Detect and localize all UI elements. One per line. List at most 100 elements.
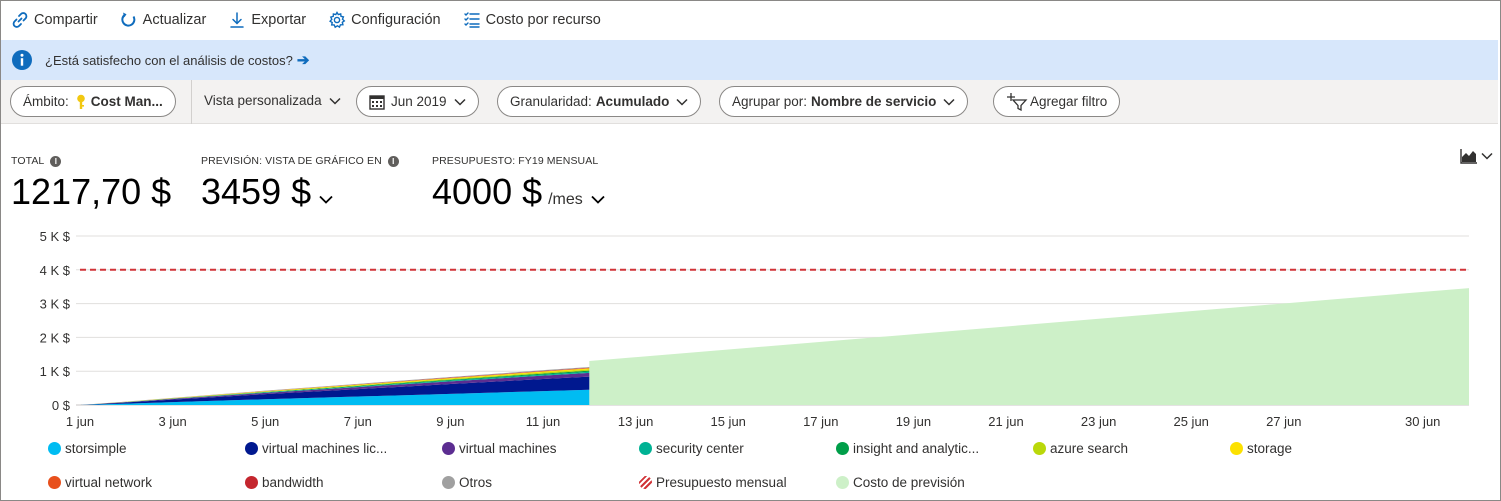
- key-icon: [76, 94, 85, 109]
- date-pill[interactable]: Jun 2019: [356, 86, 479, 117]
- legend-label: Presupuesto mensual: [656, 475, 787, 490]
- legend-label: virtual network: [65, 475, 153, 490]
- x-tick-label: 1 jun: [66, 414, 94, 429]
- group-by-pill[interactable]: Agrupar por: Nombre de servicio: [719, 86, 969, 117]
- legend-item[interactable]: virtual network: [48, 475, 152, 490]
- kpi-total-value-row: 1217,70 $: [11, 171, 171, 213]
- scope-label: Ámbito:: [23, 94, 69, 109]
- kpi-budget-value: 4000 $: [432, 171, 543, 212]
- kpi-forecast-value-row[interactable]: 3459 $: [201, 171, 399, 213]
- calendar-icon: [369, 94, 385, 110]
- legend-swatch: [836, 442, 849, 455]
- x-tick-label: 17 jun: [803, 414, 838, 429]
- chart-type-selector[interactable]: [1460, 148, 1493, 164]
- legend-item[interactable]: virtual machines lic...: [245, 441, 387, 456]
- chevron-down-icon: [454, 98, 466, 106]
- kpi-budget-value-row[interactable]: 4000 $ /mes: [432, 171, 605, 213]
- banner-text: ¿Está satisfecho con el análisis de cost…: [45, 52, 293, 68]
- y-tick-label: 5 K $: [40, 229, 71, 244]
- share-button[interactable]: Compartir: [11, 11, 98, 29]
- legend-label: storsimple: [65, 441, 127, 456]
- y-tick-label: 2 K $: [40, 330, 71, 345]
- chevron-down-icon: [319, 195, 333, 204]
- legend-item[interactable]: Presupuesto mensual: [639, 475, 787, 490]
- legend-item[interactable]: virtual machines: [442, 441, 557, 456]
- legend-swatch: [48, 476, 61, 489]
- kpi-budget-label-row: PRESUPUESTO: FY19 MENSUAL: [432, 155, 605, 167]
- x-tick-label: 5 jun: [251, 414, 279, 429]
- legend-item[interactable]: insight and analytic...: [836, 441, 979, 456]
- legend-swatch: [639, 476, 652, 489]
- chevron-down-icon: [591, 195, 605, 204]
- y-tick-label: 1 K $: [40, 364, 71, 379]
- chevron-down-icon: [1481, 152, 1493, 160]
- download-icon: [230, 12, 245, 28]
- kpi-forecast: PREVISIÓN: VISTA DE GRÁFICO EN i 3459 $: [201, 155, 399, 213]
- legend-label: bandwidth: [262, 475, 324, 490]
- info-icon[interactable]: i: [387, 155, 399, 167]
- x-tick-label: 3 jun: [158, 414, 186, 429]
- legend-label: insight and analytic...: [853, 441, 980, 456]
- granularity-label: Granularidad:: [510, 94, 592, 109]
- legend-swatch: [245, 442, 258, 455]
- list-icon: [463, 12, 480, 28]
- scope-pill[interactable]: Ámbito: Cost Man...: [10, 86, 176, 117]
- cost-area-chart: 0 $ 1 K $ 2 K $ 3 K $ 4 K $ 5 K $ 1 jun 3 jun 5…: [40, 229, 1469, 429]
- share-label: Compartir: [34, 12, 98, 28]
- legend-item[interactable]: bandwidth: [245, 475, 324, 490]
- kpi-budget-unit: /mes: [548, 191, 583, 208]
- kpi-total-value: 1217,70 $: [11, 171, 172, 212]
- forecast-area: [589, 288, 1469, 405]
- view-label: Vista personalizada: [204, 93, 322, 108]
- legend-item[interactable]: Costo de previsión: [836, 475, 965, 490]
- kpi-forecast-value: 3459 $: [201, 171, 312, 212]
- x-tick-label: 27 jun: [1266, 414, 1301, 429]
- legend-swatch: [639, 442, 652, 455]
- gear-icon: [329, 11, 346, 29]
- export-button[interactable]: Exportar: [228, 11, 306, 29]
- granularity-value: Acumulado: [595, 94, 670, 109]
- arrow-right-icon[interactable]: ➔: [297, 51, 310, 69]
- add-filter-button[interactable]: Agregar filtro: [993, 86, 1121, 117]
- legend-swatch: [836, 476, 849, 489]
- legend-item[interactable]: storsimple: [48, 441, 127, 456]
- kpi-forecast-label-row: PREVISIÓN: VISTA DE GRÁFICO EN i: [201, 155, 399, 167]
- y-tick-label: 3 K $: [40, 297, 71, 312]
- x-tick-label: 15 jun: [710, 414, 745, 429]
- legend-swatch: [1230, 442, 1243, 455]
- refresh-button[interactable]: Actualizar: [120, 11, 206, 29]
- kpi-forecast-label: PREVISIÓN: VISTA DE GRÁFICO EN: [201, 155, 382, 167]
- legend-label: security center: [656, 441, 744, 456]
- legend-item[interactable]: azure search: [1033, 441, 1128, 456]
- legend-swatch: [1033, 442, 1046, 455]
- settings-button[interactable]: Configuración: [328, 11, 441, 29]
- cost-by-resource-button[interactable]: Costo por recurso: [463, 11, 601, 29]
- filter-divider: [191, 80, 192, 124]
- legend-item[interactable]: Otros: [442, 475, 492, 490]
- legend-label: Otros: [459, 475, 493, 490]
- date-value: Jun 2019: [391, 94, 447, 109]
- add-filter-icon: [1007, 92, 1028, 111]
- chevron-down-icon: [329, 97, 341, 105]
- legend-label: azure search: [1050, 441, 1129, 456]
- x-tick-label: 19 jun: [896, 414, 931, 429]
- feedback-banner: ¿Está satisfecho con el análisis de cost…: [1, 40, 1498, 80]
- info-icon[interactable]: i: [50, 155, 62, 167]
- x-tick-label: 7 jun: [344, 414, 372, 429]
- view-selector[interactable]: Vista personalizada: [204, 93, 341, 108]
- group-label: Agrupar por:: [732, 94, 808, 109]
- legend-item[interactable]: storage: [1230, 441, 1292, 456]
- x-tick-label: 11 jun: [526, 414, 560, 429]
- y-tick-label: 0 $: [52, 398, 71, 413]
- legend-label: virtual machines lic...: [262, 441, 388, 456]
- chevron-down-icon: [676, 98, 688, 106]
- x-tick-label: 25 jun: [1173, 414, 1208, 429]
- refresh-icon: [121, 12, 135, 27]
- kpi-total: TOTAL i 1217,70 $: [11, 155, 171, 213]
- legend-item[interactable]: security center: [639, 441, 744, 456]
- filter-bar: Ámbito: Cost Man... Vista personalizada …: [1, 80, 1498, 124]
- group-value: Nombre de servicio: [811, 94, 937, 109]
- granularity-pill[interactable]: Granularidad: Acumulado: [497, 86, 702, 117]
- y-tick-label: 4 K $: [40, 263, 71, 278]
- legend-swatch: [245, 476, 258, 489]
